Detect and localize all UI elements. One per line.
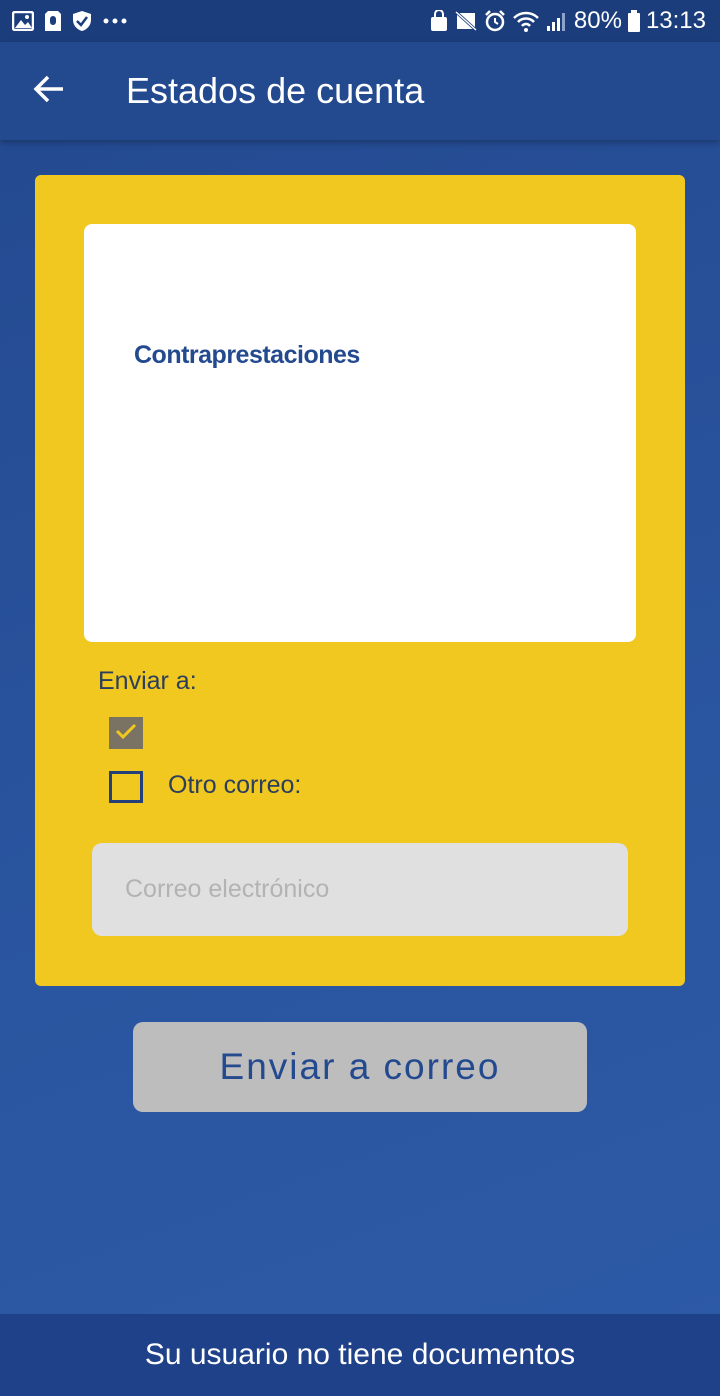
clock: 13:13 — [645, 7, 706, 34]
document-item-contraprestaciones[interactable]: Contraprestaciones — [134, 341, 360, 370]
status-right-icons: 80% 13:13 — [430, 7, 706, 35]
checkmark-icon — [114, 721, 138, 746]
other-email-checkbox[interactable] — [109, 771, 143, 803]
wifi-icon — [512, 10, 540, 32]
image-icon — [12, 11, 34, 31]
sim-alert-icon — [44, 10, 62, 32]
alarm-icon — [484, 10, 506, 32]
page-title: Estados de cuenta — [126, 70, 425, 111]
battery-percent: 80% — [573, 7, 622, 34]
shield-icon — [72, 10, 92, 32]
send-statement-card: Contraprestaciones Enviar a: Otro correo… — [35, 175, 685, 986]
other-email-label: Otro correo: — [168, 771, 302, 799]
send-to-label: Enviar a: — [98, 667, 197, 695]
send-email-button[interactable]: Enviar a correo — [133, 1022, 587, 1112]
primary-email-checkbox[interactable] — [109, 717, 143, 749]
email-field[interactable] — [92, 843, 628, 936]
more-dots-icon — [102, 17, 128, 25]
status-left-icons — [12, 10, 128, 32]
footer-message: Su usuario no tiene documentos — [0, 1314, 720, 1396]
documents-list: Contraprestaciones — [84, 224, 636, 642]
recycle-lock-icon — [430, 10, 448, 32]
app-bar: Estados de cuenta — [0, 42, 720, 140]
back-button[interactable] — [17, 59, 81, 123]
silent-icon — [453, 10, 478, 32]
status-bar: 80% 13:13 — [0, 0, 720, 42]
signal-icon — [546, 10, 568, 32]
battery-icon — [627, 10, 640, 32]
arrow-left-icon — [33, 75, 65, 108]
